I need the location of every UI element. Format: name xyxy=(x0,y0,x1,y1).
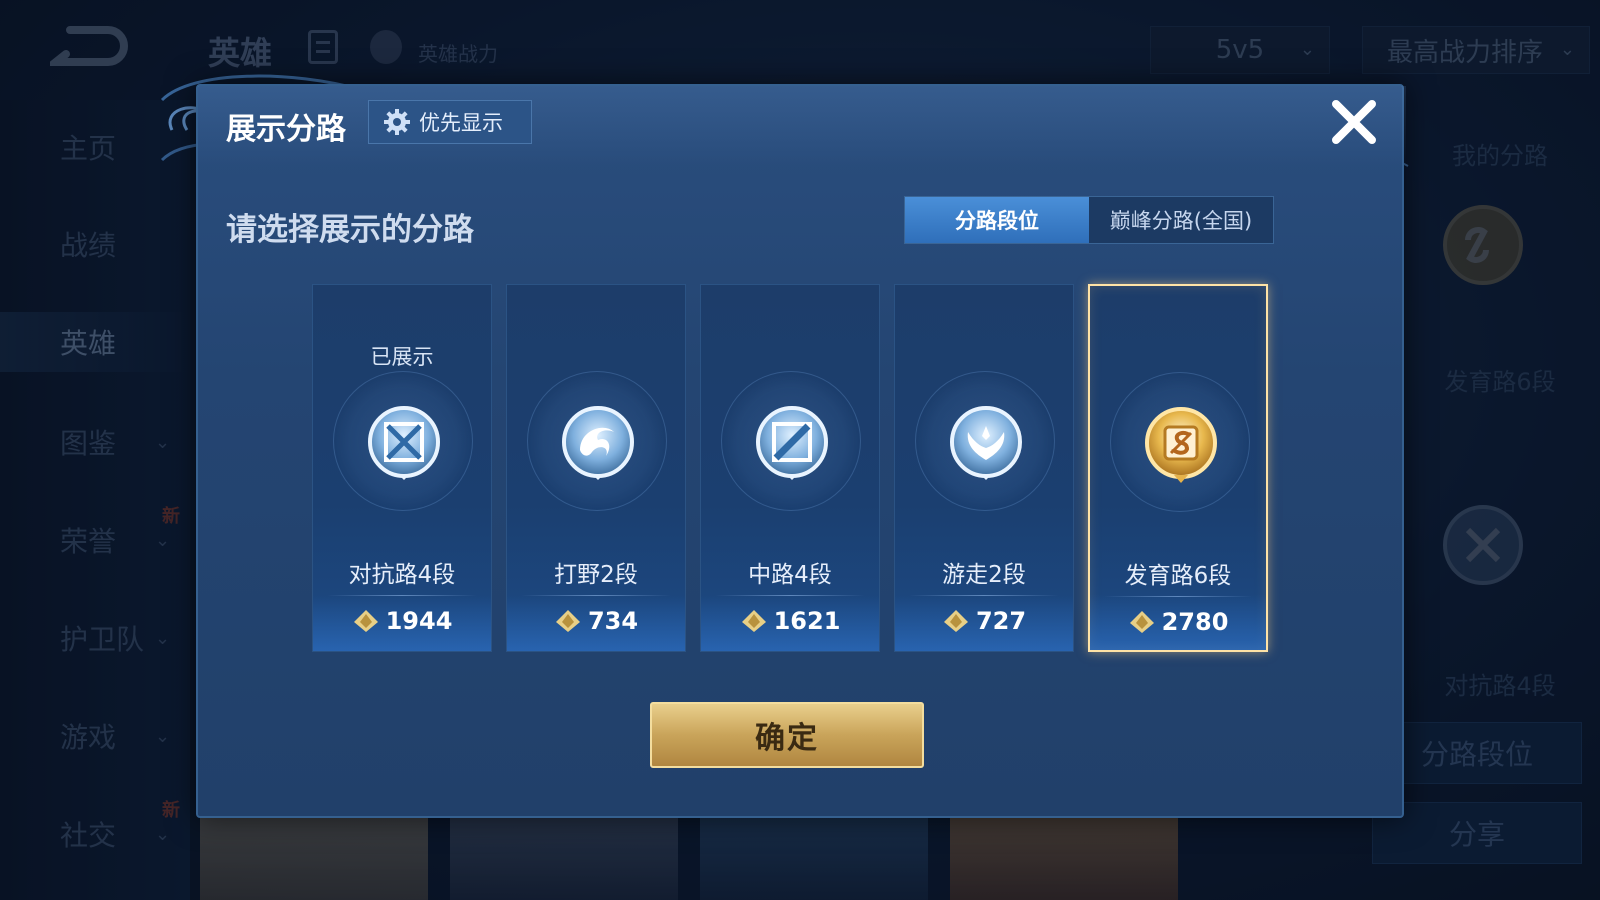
lane-score-value: 1621 xyxy=(773,607,841,635)
shown-badge: 已展示 xyxy=(370,345,434,369)
power-icon xyxy=(1129,611,1154,633)
emblem-ring xyxy=(721,371,861,511)
lane-card-clash[interactable]: 已展示 对抗路4段 1944 xyxy=(312,284,492,652)
lane-name: 发育路6段 xyxy=(1124,563,1232,589)
lane-display-dialog: 展示分路 优先显示 请选择展示的分路 分路段位 巅峰分路(全国) 已展示 对抗路… xyxy=(196,84,1406,818)
lane-score: 1944 xyxy=(313,607,491,635)
emblem-ring xyxy=(333,371,473,511)
lane-score: 2780 xyxy=(1090,608,1266,636)
divider xyxy=(1104,596,1252,597)
divider xyxy=(715,595,865,596)
lane-name: 游走2段 xyxy=(942,562,1026,588)
lane-card-jungle[interactable]: 打野2段 734 xyxy=(506,284,686,652)
lane-score-value: 727 xyxy=(975,607,1027,635)
lane-score-value: 2780 xyxy=(1161,608,1229,636)
close-icon[interactable] xyxy=(1328,96,1380,148)
lane-card-farm[interactable]: 发育路6段 2780 xyxy=(1088,284,1268,652)
priority-display-button[interactable]: 优先显示 xyxy=(368,100,532,144)
lane-name: 打野2段 xyxy=(554,562,638,588)
jungle-dragon-icon xyxy=(562,406,634,480)
tab-peak-lane-national[interactable]: 巅峰分路(全国) xyxy=(1089,197,1273,243)
roam-wings-icon xyxy=(950,406,1022,480)
lane-card-roam[interactable]: 游走2段 727 xyxy=(894,284,1074,652)
emblem-ring xyxy=(915,371,1055,511)
lane-score: 1621 xyxy=(701,607,879,635)
emblem-ring xyxy=(527,371,667,511)
lane-name: 对抗路4段 xyxy=(348,562,456,588)
lane-score: 727 xyxy=(895,607,1073,635)
lane-score: 734 xyxy=(507,607,685,635)
farm-lane-icon xyxy=(1145,407,1217,483)
lane-score-value: 734 xyxy=(587,607,639,635)
clash-lane-icon xyxy=(368,406,440,480)
lane-card-mid[interactable]: 中路4段 1621 xyxy=(700,284,880,652)
tab-bar: 分路段位 巅峰分路(全国) xyxy=(904,196,1274,244)
power-icon xyxy=(741,610,766,632)
mid-lane-icon xyxy=(756,406,828,480)
tab-lane-rank[interactable]: 分路段位 xyxy=(905,197,1089,243)
power-icon xyxy=(353,610,378,632)
dialog-title: 展示分路 xyxy=(226,112,346,147)
divider xyxy=(521,595,671,596)
divider xyxy=(327,595,477,596)
power-icon xyxy=(555,610,580,632)
divider xyxy=(909,595,1059,596)
lane-name: 中路4段 xyxy=(748,562,832,588)
priority-display-label: 优先显示 xyxy=(419,111,503,135)
power-icon xyxy=(943,610,968,632)
gear-icon xyxy=(384,109,410,135)
dialog-subtitle: 请选择展示的分路 xyxy=(226,212,474,248)
emblem-ring xyxy=(1110,372,1250,512)
confirm-button[interactable]: 确定 xyxy=(650,702,924,768)
lane-score-value: 1944 xyxy=(385,607,453,635)
